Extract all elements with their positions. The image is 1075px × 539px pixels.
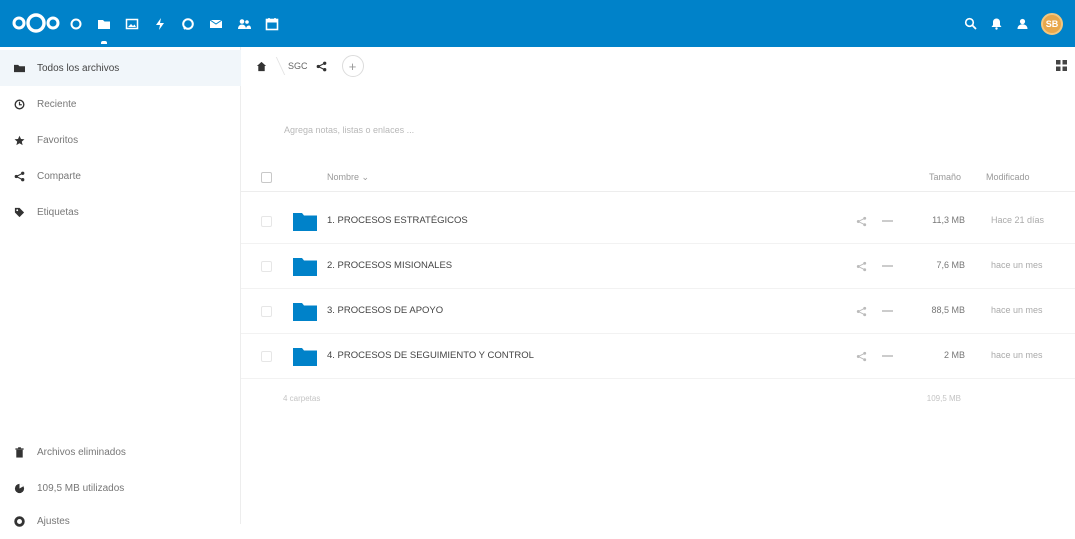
file-list-header: Nombre ⌄ Tamaño Modificado xyxy=(241,162,1075,192)
user-avatar[interactable]: SB xyxy=(1041,12,1063,35)
mail-icon[interactable] xyxy=(202,0,230,47)
share-icon xyxy=(13,170,25,182)
files-app-icon[interactable] xyxy=(90,0,118,47)
activity-icon[interactable] xyxy=(146,0,174,47)
share-icon[interactable] xyxy=(856,351,867,362)
table-row[interactable]: 1. PROCESOS ESTRATÉGICOS 11,3 MB Hace 21… xyxy=(241,199,1075,244)
contacts-menu-icon[interactable] xyxy=(1009,0,1035,47)
column-size-header[interactable]: Tamaño xyxy=(929,172,961,182)
nav-settings[interactable]: Ajustes xyxy=(0,503,241,539)
folder-icon xyxy=(293,303,317,321)
files-main: SGC + Agrega notas, listas o enlaces ...… xyxy=(241,47,1075,524)
photos-icon[interactable] xyxy=(118,0,146,47)
app-menu xyxy=(62,0,286,47)
notifications-icon[interactable] xyxy=(983,0,1009,47)
file-summary-size: 109,5 MB xyxy=(926,394,961,403)
file-summary: 4 carpetas xyxy=(283,394,321,403)
nav-label: Comparte xyxy=(37,170,81,182)
nav-recent[interactable]: Reciente xyxy=(0,86,241,122)
trash-icon xyxy=(13,446,25,458)
folder-icon xyxy=(293,258,317,276)
row-checkbox[interactable] xyxy=(261,306,272,317)
nav-quota: 109,5 MB utilizados xyxy=(0,470,241,506)
file-size: 7,6 MB xyxy=(936,260,965,270)
nav-deleted-files[interactable]: Archivos eliminados xyxy=(0,434,241,470)
pie-chart-icon xyxy=(13,482,25,494)
row-checkbox[interactable] xyxy=(261,216,272,227)
nav-label: Archivos eliminados xyxy=(37,446,126,458)
breadcrumb-current-folder[interactable]: SGC xyxy=(288,61,308,71)
nav-label: Etiquetas xyxy=(37,206,79,218)
nav-tags[interactable]: Etiquetas xyxy=(0,194,241,230)
more-actions-icon[interactable] xyxy=(882,265,893,267)
header-right: SB xyxy=(957,0,1075,47)
folder-icon xyxy=(13,62,25,74)
column-name-header[interactable]: Nombre ⌄ xyxy=(327,172,369,183)
nav-label: Favoritos xyxy=(37,134,79,146)
dashboard-icon[interactable] xyxy=(62,0,90,47)
row-checkbox[interactable] xyxy=(261,351,272,362)
quota-label: 109,5 MB utilizados xyxy=(37,482,125,494)
grid-view-icon[interactable] xyxy=(1056,60,1067,71)
more-actions-icon[interactable] xyxy=(882,310,893,312)
share-icon[interactable] xyxy=(856,261,867,272)
clock-icon xyxy=(13,98,25,110)
nav-shares[interactable]: Comparte xyxy=(0,158,241,194)
select-all-checkbox[interactable] xyxy=(261,172,272,183)
nav-all-files[interactable]: Todos los archivos xyxy=(0,50,241,86)
table-row[interactable]: 3. PROCESOS DE APOYO 88,5 MB hace un mes xyxy=(241,289,1075,334)
new-button[interactable]: + xyxy=(341,55,364,77)
breadcrumb-separator xyxy=(268,47,282,85)
file-name[interactable]: 3. PROCESOS DE APOYO xyxy=(327,305,443,316)
file-name[interactable]: 4. PROCESOS DE SEGUIMIENTO Y CONTROL xyxy=(327,350,534,361)
share-icon[interactable] xyxy=(316,60,328,72)
nav-label: Reciente xyxy=(37,98,77,110)
folder-icon xyxy=(293,348,317,366)
search-icon[interactable] xyxy=(957,0,983,47)
tag-icon xyxy=(13,206,25,218)
more-actions-icon[interactable] xyxy=(882,355,893,357)
share-icon[interactable] xyxy=(856,306,867,317)
share-icon[interactable] xyxy=(856,216,867,227)
file-modified: hace un mes xyxy=(991,305,1043,315)
folder-icon xyxy=(293,213,317,231)
calendar-icon[interactable] xyxy=(258,0,286,47)
row-checkbox[interactable] xyxy=(261,261,272,272)
nav-label: Ajustes xyxy=(37,515,70,527)
nav-favorites[interactable]: Favoritos xyxy=(0,122,241,158)
app-navigation: Todos los archivos Reciente Favoritos Co… xyxy=(0,47,241,527)
file-modified: hace un mes xyxy=(991,260,1043,270)
top-header: SB xyxy=(0,0,1075,47)
file-modified: Hace 21 días xyxy=(991,215,1045,225)
more-actions-icon[interactable] xyxy=(882,220,893,222)
column-modified-header[interactable]: Modificado xyxy=(986,172,1030,182)
settings-icon xyxy=(13,515,25,527)
nextcloud-logo[interactable] xyxy=(12,12,60,34)
file-modified: hace un mes xyxy=(991,350,1043,360)
contacts-icon[interactable] xyxy=(230,0,258,47)
nav-label: Todos los archivos xyxy=(37,62,120,74)
file-name[interactable]: 2. PROCESOS MISIONALES xyxy=(327,260,452,271)
star-icon xyxy=(13,134,25,146)
file-size: 2 MB xyxy=(943,350,965,360)
table-row[interactable]: 4. PROCESOS DE SEGUIMIENTO Y CONTROL 2 M… xyxy=(241,334,1075,379)
file-size: 88,5 MB xyxy=(931,305,965,315)
table-row[interactable]: 2. PROCESOS MISIONALES 7,6 MB hace un me… xyxy=(241,244,1075,289)
talk-icon[interactable] xyxy=(174,0,202,47)
home-icon[interactable] xyxy=(254,59,268,73)
folder-notes-placeholder[interactable]: Agrega notas, listas o enlaces ... xyxy=(284,125,414,135)
breadcrumb: SGC + xyxy=(241,47,364,85)
file-size: 11,3 MB xyxy=(932,215,965,225)
file-name[interactable]: 1. PROCESOS ESTRATÉGICOS xyxy=(327,215,468,226)
